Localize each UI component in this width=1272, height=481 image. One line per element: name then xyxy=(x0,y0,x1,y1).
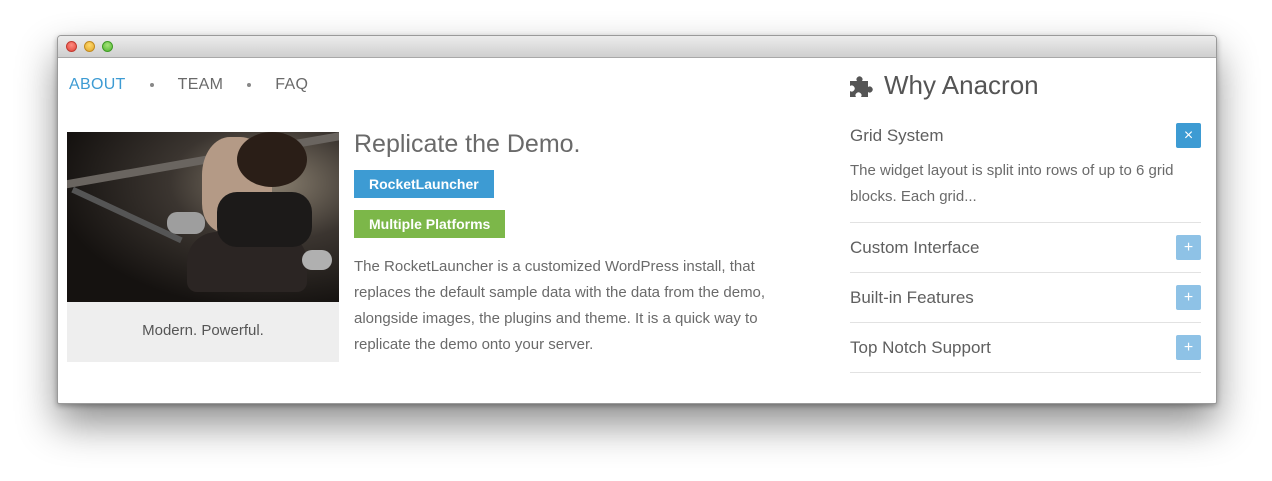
content-description: The RocketLauncher is a customized WordP… xyxy=(354,258,766,353)
expand-button[interactable]: + xyxy=(1176,235,1201,260)
nav-item-about[interactable]: ABOUT xyxy=(69,76,126,94)
nav-separator xyxy=(247,83,252,87)
accordion: Grid System × The widget layout is split… xyxy=(850,123,1201,373)
accordion-item-built-in-features[interactable]: Built-in Features + xyxy=(850,273,1201,323)
zoom-window-button[interactable] xyxy=(102,41,113,52)
image-card: Modern. Powerful. xyxy=(67,132,339,362)
accordion-title[interactable]: Top Notch Support xyxy=(850,338,991,358)
tag-rocketlauncher[interactable]: RocketLauncher xyxy=(354,170,494,198)
accordion-title[interactable]: Built-in Features xyxy=(850,288,974,308)
image-caption: Modern. Powerful. xyxy=(142,322,264,339)
puzzle-icon xyxy=(850,75,873,97)
sidebar-title: Why Anacron xyxy=(884,70,1039,100)
accordion-item-grid-system[interactable]: Grid System × The widget layout is split… xyxy=(850,123,1201,223)
accordion-title[interactable]: Custom Interface xyxy=(850,238,979,258)
accordion-body: The widget layout is split into rows of … xyxy=(850,162,1174,205)
nav-item-team[interactable]: TEAM xyxy=(178,76,224,94)
nav-item-faq[interactable]: FAQ xyxy=(275,76,308,94)
content-title: Replicate the Demo. xyxy=(354,130,581,158)
tag-multiple-platforms[interactable]: Multiple Platforms xyxy=(354,210,506,238)
expand-button[interactable]: + xyxy=(1176,285,1201,310)
accordion-item-top-notch-support[interactable]: Top Notch Support + xyxy=(850,323,1201,373)
browser-window: ABOUT TEAM FAQ Modern. Powerful. Replica… xyxy=(57,35,1217,404)
sidebar: Why Anacron Grid System × The widget lay… xyxy=(850,70,1201,373)
top-nav: ABOUT TEAM FAQ xyxy=(69,76,308,94)
nav-separator xyxy=(149,83,154,87)
main-content: Replicate the Demo. RocketLauncher Multi… xyxy=(354,130,794,358)
sidebar-heading: Why Anacron xyxy=(850,70,1201,101)
expand-button[interactable]: + xyxy=(1176,335,1201,360)
accordion-title[interactable]: Grid System xyxy=(850,126,944,146)
title-bar xyxy=(58,36,1216,58)
minimize-window-button[interactable] xyxy=(84,41,95,52)
collapse-button[interactable]: × xyxy=(1176,123,1201,148)
close-window-button[interactable] xyxy=(66,41,77,52)
fitness-photo xyxy=(67,132,339,302)
accordion-item-custom-interface[interactable]: Custom Interface + xyxy=(850,223,1201,273)
